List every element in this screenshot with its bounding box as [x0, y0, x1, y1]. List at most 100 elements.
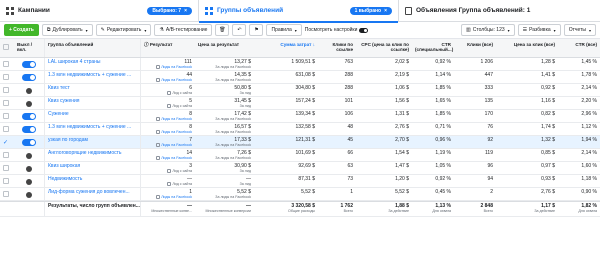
- row-checkbox[interactable]: [3, 178, 9, 184]
- tab-adsets[interactable]: Группы объявлений 1 выбрано ×: [198, 0, 398, 23]
- header-cpcall[interactable]: Цена за клик (все): [496, 39, 558, 57]
- inactive-status-dot[interactable]: [26, 179, 32, 185]
- table-row[interactable]: ✓ узкая по городам 7 Лиды на Facebook 17,33 …: [0, 136, 600, 149]
- table-row[interactable]: Квиз тест 6 Лид с сайта 50,80 $ За лид 304,80…: [0, 84, 600, 97]
- row-toggle-cell[interactable]: [14, 58, 45, 70]
- table-row[interactable]: Недвижимость — Лид с сайта — За лид 87,31 $ 73…: [0, 175, 600, 188]
- status-toggle[interactable]: [22, 126, 36, 133]
- adset-name-cell[interactable]: Сужение: [45, 110, 141, 122]
- row-select-cell[interactable]: [0, 58, 14, 70]
- row-select-cell[interactable]: [0, 188, 14, 200]
- header-toggle[interactable]: Выкл / вкл.: [14, 39, 45, 57]
- columns-button[interactable]: ▥ Столбцы: 123 ▾: [461, 24, 515, 36]
- row-select-cell[interactable]: [0, 110, 14, 122]
- row-toggle-cell[interactable]: [14, 149, 45, 161]
- row-select-cell[interactable]: [0, 84, 14, 96]
- inactive-status-dot[interactable]: [26, 153, 32, 159]
- status-toggle[interactable]: [22, 61, 36, 68]
- ab-test-button[interactable]: ⚗ A/B-тестирование: [154, 24, 213, 36]
- adsets-selected-chip[interactable]: 1 выбрано ×: [349, 6, 392, 15]
- undo-button[interactable]: ↶: [232, 24, 247, 36]
- cpcall-value: 1,32 $: [541, 137, 555, 143]
- row-select-cell[interactable]: [0, 162, 14, 174]
- close-icon[interactable]: ×: [384, 8, 387, 14]
- row-toggle-cell[interactable]: [14, 110, 45, 122]
- create-button[interactable]: + Создать: [4, 24, 39, 36]
- table-row[interactable]: Сужение 8 Лиды на Facebook 17,42 $ За лиды н…: [0, 110, 600, 123]
- breakdown-button[interactable]: ☰ Разбивка ▾: [517, 24, 561, 36]
- row-select-cell[interactable]: [0, 149, 14, 161]
- adset-name-cell[interactable]: узкая по городам: [45, 136, 141, 148]
- row-select-cell[interactable]: [0, 123, 14, 135]
- table-row[interactable]: Квиз широкая 3 Лид с сайта 30,90 $ За лид 92,…: [0, 162, 600, 175]
- row-toggle-cell[interactable]: [14, 188, 45, 200]
- row-checkbox[interactable]: [3, 165, 9, 171]
- inactive-status-dot[interactable]: [26, 166, 32, 172]
- row-checkbox[interactable]: [3, 100, 9, 106]
- select-all-checkbox[interactable]: [3, 44, 9, 50]
- header-result[interactable]: ⓘ Результат: [141, 39, 195, 57]
- table-row[interactable]: LAL широкая 4 страны 111 Лиды на Facebook 1…: [0, 58, 600, 71]
- preview-settings[interactable]: Посмотреть настройки: [305, 27, 369, 33]
- table-row[interactable]: Лид-форма сужения до вовлечен... 1 Лиды на…: [0, 188, 600, 201]
- header-allclicks[interactable]: Клики (все): [454, 39, 496, 57]
- row-toggle-cell[interactable]: [14, 123, 45, 135]
- status-toggle[interactable]: [22, 74, 36, 81]
- close-icon[interactable]: ×: [184, 8, 187, 14]
- delete-button[interactable]: 🗑: [215, 24, 230, 36]
- row-checkbox[interactable]: [3, 113, 9, 119]
- row-select-cell[interactable]: [0, 97, 14, 109]
- row-checkbox[interactable]: [3, 87, 9, 93]
- row-toggle-cell[interactable]: [14, 162, 45, 174]
- inactive-status-dot[interactable]: [26, 101, 32, 107]
- row-checkbox[interactable]: [3, 191, 9, 197]
- campaigns-selected-chip[interactable]: Выбрано: 7 ×: [147, 6, 192, 15]
- row-checkbox[interactable]: [3, 152, 9, 158]
- inactive-status-dot[interactable]: [26, 88, 32, 94]
- adset-name-cell[interactable]: Англоговорящие недвижимость: [45, 149, 141, 161]
- row-toggle-cell[interactable]: [14, 71, 45, 83]
- adset-name-cell[interactable]: Квиз широкая: [45, 162, 141, 174]
- table-row[interactable]: Англоговорящие недвижимость 14 Лиды на Fac…: [0, 149, 600, 162]
- adset-name-cell[interactable]: Недвижимость: [45, 175, 141, 187]
- reports-button[interactable]: Отчеты ▾: [563, 24, 596, 36]
- table-row[interactable]: 1.3 млн недвижимость + сужение ... 44 Лиды…: [0, 71, 600, 84]
- row-toggle-cell[interactable]: [14, 175, 45, 187]
- header-ctr[interactable]: CTR (специальный...): [412, 39, 454, 57]
- row-checkbox[interactable]: [3, 61, 9, 67]
- header-cost[interactable]: Цена за результат: [195, 39, 254, 57]
- row-toggle-cell[interactable]: [14, 136, 45, 148]
- row-toggle-cell[interactable]: [14, 84, 45, 96]
- adset-name-cell[interactable]: Квиз сужения: [45, 97, 141, 109]
- header-spend[interactable]: Сумма затрат ↓: [272, 39, 318, 57]
- table-row[interactable]: 1.3 млн недвижимость + сужение ... 8 Лиды …: [0, 123, 600, 136]
- row-select-cell[interactable]: [0, 175, 14, 187]
- adset-name-cell[interactable]: Лид-форма сужения до вовлечен...: [45, 188, 141, 200]
- tag-button[interactable]: ⚑: [249, 24, 264, 36]
- row-select-cell[interactable]: [0, 71, 14, 83]
- row-toggle-cell[interactable]: [14, 97, 45, 109]
- adset-name-cell[interactable]: Квиз тест: [45, 84, 141, 96]
- tab-ads[interactable]: Объявления Группа объявлений: 1: [398, 0, 600, 22]
- inactive-status-dot[interactable]: [26, 192, 32, 198]
- header-ctrall[interactable]: CTR (все): [558, 39, 600, 57]
- tab-campaigns[interactable]: Кампании Выбрано: 7 ×: [0, 0, 198, 22]
- row-select-cell[interactable]: ✓: [0, 136, 14, 148]
- table-row[interactable]: Квиз сужения 5 Лид с сайта 31,45 $ За лид 157…: [0, 97, 600, 110]
- row-checkbox[interactable]: ✓: [3, 139, 9, 146]
- adset-name-cell[interactable]: 1.3 млн недвижимость + сужение ...: [45, 123, 141, 135]
- header-name[interactable]: Группа объявлений: [45, 39, 141, 57]
- header-cpc[interactable]: CPC (цена за клик по ссылке): [356, 39, 412, 57]
- edit-button[interactable]: ✎ Редактировать ▾: [95, 24, 152, 36]
- rules-button[interactable]: Правила ▾: [266, 24, 302, 36]
- status-toggle[interactable]: [22, 113, 36, 120]
- row-checkbox[interactable]: [3, 126, 9, 132]
- preview-toggle[interactable]: [359, 27, 369, 33]
- select-all-cell[interactable]: [0, 39, 14, 57]
- adset-name-cell[interactable]: LAL широкая 4 страны: [45, 58, 141, 70]
- header-clicks[interactable]: Клики по ссылке: [318, 39, 356, 57]
- row-checkbox[interactable]: [3, 74, 9, 80]
- adset-name-cell[interactable]: 1.3 млн недвижимость + сужение ...: [45, 71, 141, 83]
- duplicate-button[interactable]: ⧉ Дублировать ▾: [41, 24, 93, 36]
- status-toggle[interactable]: [22, 139, 36, 146]
